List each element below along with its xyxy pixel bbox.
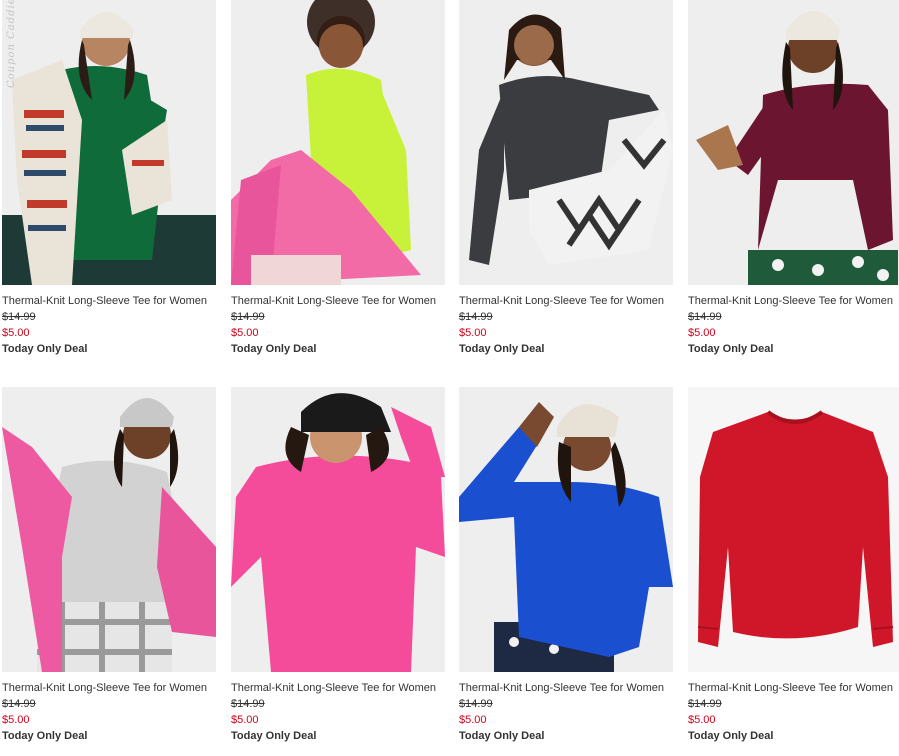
woman-pink-tee-black-beanie-icon	[231, 387, 445, 672]
watermark: Coupon Caddies.ca	[6, 0, 17, 88]
original-price: $14.99	[231, 698, 265, 710]
deal-badge: Today Only Deal	[2, 730, 88, 742]
product-image[interactable]	[459, 387, 673, 672]
product-name[interactable]: Thermal-Knit Long-Sleeve Tee for Women	[688, 293, 899, 309]
deal-badge: Today Only Deal	[688, 343, 774, 355]
sale-price: $5.00	[231, 714, 259, 726]
product-name[interactable]: Thermal-Knit Long-Sleeve Tee for Women	[231, 293, 447, 309]
product-card[interactable]: Thermal-Knit Long-Sleeve Tee for Women $…	[459, 0, 675, 357]
product-card[interactable]: Thermal-Knit Long-Sleeve Tee for Women $…	[2, 387, 218, 744]
product-card[interactable]: Thermal-Knit Long-Sleeve Tee for Women $…	[688, 387, 899, 744]
original-price: $14.99	[688, 698, 722, 710]
product-image[interactable]	[688, 0, 899, 285]
original-price: $14.99	[459, 698, 493, 710]
product-image[interactable]	[231, 0, 445, 285]
product-name[interactable]: Thermal-Knit Long-Sleeve Tee for Women	[459, 293, 675, 309]
woman-lime-tee-pink-fleece-icon	[231, 0, 445, 285]
red-tee-flat-lay-icon	[688, 387, 899, 672]
deal-badge: Today Only Deal	[2, 343, 88, 355]
product-card[interactable]: Thermal-Knit Long-Sleeve Tee for Women $…	[231, 387, 447, 744]
product-image[interactable]	[231, 387, 445, 672]
sale-price: $5.00	[688, 714, 716, 726]
sale-price: $5.00	[688, 327, 716, 339]
woman-green-tee-fair-isle-scarf-icon	[2, 0, 216, 285]
original-price: $14.99	[2, 698, 36, 710]
deal-badge: Today Only Deal	[459, 730, 545, 742]
woman-charcoal-tee-patterned-pants-icon	[459, 0, 673, 285]
original-price: $14.99	[2, 311, 36, 323]
product-card[interactable]: Thermal-Knit Long-Sleeve Tee for Women $…	[459, 387, 675, 744]
original-price: $14.99	[688, 311, 722, 323]
product-image[interactable]	[459, 0, 673, 285]
product-name[interactable]: Thermal-Knit Long-Sleeve Tee for Women	[2, 293, 218, 309]
product-image[interactable]	[688, 387, 899, 672]
deal-badge: Today Only Deal	[231, 730, 317, 742]
sale-price: $5.00	[459, 714, 487, 726]
original-price: $14.99	[231, 311, 265, 323]
sale-price: $5.00	[2, 327, 30, 339]
woman-blue-tee-cream-beanie-icon	[459, 387, 673, 672]
original-price: $14.99	[459, 311, 493, 323]
woman-burgundy-tee-beanie-icon	[688, 0, 899, 285]
deal-badge: Today Only Deal	[459, 343, 545, 355]
product-name[interactable]: Thermal-Knit Long-Sleeve Tee for Women	[2, 680, 218, 696]
woman-heather-gray-tee-pink-fleece-icon	[2, 387, 216, 672]
deal-badge: Today Only Deal	[231, 343, 317, 355]
product-card[interactable]: Thermal-Knit Long-Sleeve Tee for Women $…	[688, 0, 899, 357]
product-card[interactable]: Thermal-Knit Long-Sleeve Tee for Women $…	[2, 0, 218, 357]
product-image[interactable]	[2, 387, 216, 672]
product-name[interactable]: Thermal-Knit Long-Sleeve Tee for Women	[231, 680, 447, 696]
sale-price: $5.00	[231, 327, 259, 339]
sale-price: $5.00	[2, 714, 30, 726]
sale-price: $5.00	[459, 327, 487, 339]
product-grid: Thermal-Knit Long-Sleeve Tee for Women $…	[0, 0, 899, 756]
product-card[interactable]: Thermal-Knit Long-Sleeve Tee for Women $…	[231, 0, 447, 357]
deal-badge: Today Only Deal	[688, 730, 774, 742]
product-image[interactable]	[2, 0, 216, 285]
product-name[interactable]: Thermal-Knit Long-Sleeve Tee for Women	[459, 680, 675, 696]
product-name[interactable]: Thermal-Knit Long-Sleeve Tee for Women	[688, 680, 899, 696]
